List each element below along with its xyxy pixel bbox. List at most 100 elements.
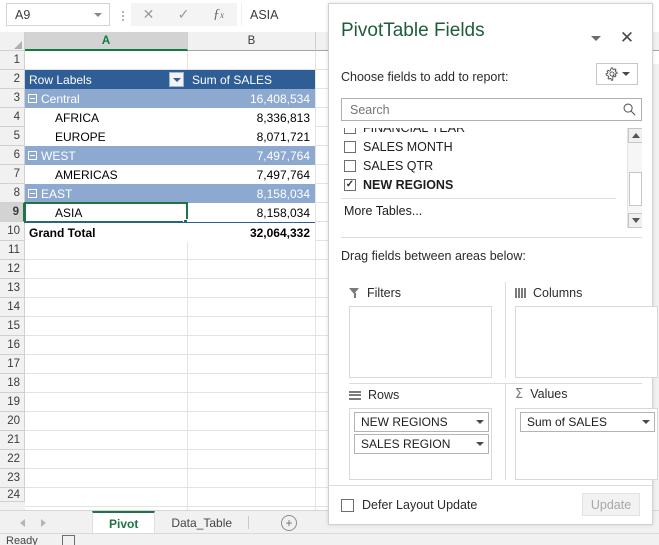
checkbox[interactable] xyxy=(341,498,354,512)
row-header-20[interactable]: 20 xyxy=(0,412,25,431)
search-icon[interactable] xyxy=(622,102,637,117)
field-pill-sales-region[interactable]: SALES REGION xyxy=(354,434,489,454)
pivot-row-label[interactable]: EAST xyxy=(25,184,188,203)
pivot-row-labels-header[interactable]: Row Labels xyxy=(25,70,188,89)
pivottable-fields-pane: PivotTable Fields ✕ Choose fields to add… xyxy=(328,3,658,525)
pivot-row-label[interactable]: Central xyxy=(25,89,188,108)
field-pill-sum-of-sales[interactable]: Sum of SALES xyxy=(520,412,655,432)
pane-tools-button[interactable] xyxy=(596,63,638,85)
area-divider xyxy=(505,384,506,480)
field-item-financial-year[interactable]: FINANCIAL YEAR xyxy=(341,128,616,137)
pivot-row-value: 8,158,034 xyxy=(188,184,315,203)
chevron-down-icon[interactable] xyxy=(588,30,604,46)
pivot-row-label[interactable]: EUROPE xyxy=(25,127,188,146)
row-header-4[interactable]: 4 xyxy=(0,108,25,127)
scrollbar-thumb[interactable] xyxy=(629,172,642,206)
close-icon[interactable]: ✕ xyxy=(616,26,638,48)
chevron-left-icon[interactable] xyxy=(20,518,25,527)
row-header-14[interactable]: 14 xyxy=(0,298,25,317)
chevron-down-icon[interactable] xyxy=(476,420,484,424)
check-icon[interactable]: ✓ xyxy=(166,3,201,26)
checkbox[interactable] xyxy=(344,128,356,134)
checkbox[interactable] xyxy=(344,140,356,153)
field-list-scrollbar[interactable] xyxy=(627,128,642,228)
row-header-13[interactable]: 13 xyxy=(0,279,25,298)
search-input[interactable] xyxy=(348,101,622,118)
row-header-16[interactable]: 16 xyxy=(0,336,25,355)
chevron-down-icon[interactable] xyxy=(642,420,650,424)
row-header-7[interactable]: 7 xyxy=(0,165,25,184)
field-search-box[interactable] xyxy=(341,98,642,121)
fx-icon[interactable]: ƒx xyxy=(201,3,236,26)
formula-value: ASIA xyxy=(250,7,279,22)
chevron-down-icon[interactable] xyxy=(476,442,484,446)
row-header-24[interactable]: 24 xyxy=(0,488,25,502)
row-labels-filter-button[interactable] xyxy=(169,72,184,87)
pivot-row-label[interactable]: AFRICA xyxy=(25,108,188,127)
chevron-right-icon[interactable] xyxy=(41,518,46,527)
field-item-new-regions[interactable]: ✓ NEW REGIONS xyxy=(341,175,616,194)
area-drop-rows[interactable]: NEW REGIONS SALES REGION xyxy=(349,408,492,480)
collapse-button[interactable] xyxy=(28,189,37,198)
area-drop-columns[interactable] xyxy=(515,306,658,378)
row-header-1[interactable]: 1 xyxy=(0,51,25,70)
row-header-2[interactable]: 2 xyxy=(0,70,25,89)
row-header-15[interactable]: 15 xyxy=(0,317,25,336)
collapse-button[interactable] xyxy=(28,94,37,103)
sheet-tab-pivot[interactable]: Pivot xyxy=(92,511,156,534)
pivot-row-value: 8,336,813 xyxy=(188,108,315,127)
pivot-row-value: 7,497,764 xyxy=(188,146,315,165)
update-button[interactable]: Update xyxy=(582,493,640,516)
field-item-sales-qtr[interactable]: SALES QTR xyxy=(341,156,616,175)
sheet-tab-data-table[interactable]: Data_Table xyxy=(155,511,249,534)
row-header-12[interactable]: 12 xyxy=(0,260,25,279)
column-header-b[interactable]: B xyxy=(188,32,316,51)
status-bar: Ready xyxy=(0,533,659,545)
pivot-row-label[interactable]: ASIA xyxy=(25,203,188,222)
field-pill-new-regions[interactable]: NEW REGIONS xyxy=(354,412,489,432)
pane-footer-divider xyxy=(329,485,654,486)
row-header-21[interactable]: 21 xyxy=(0,431,25,450)
row-header-8[interactable]: 8 xyxy=(0,184,25,203)
row-header-6[interactable]: 6 xyxy=(0,146,25,165)
more-tables-link[interactable]: More Tables... xyxy=(344,202,619,220)
pane-title: PivotTable Fields xyxy=(341,20,485,41)
scroll-down-arrow[interactable] xyxy=(628,213,642,228)
row-header-3[interactable]: 3 xyxy=(0,89,25,108)
collapse-button[interactable] xyxy=(28,151,37,160)
defer-layout-update-row[interactable]: Defer Layout Update xyxy=(341,498,477,512)
checkbox[interactable] xyxy=(344,159,356,172)
normal-view-icon[interactable] xyxy=(62,535,75,545)
column-header-a[interactable]: A xyxy=(25,32,188,51)
pivot-row-label[interactable]: AMERICAS xyxy=(25,165,188,184)
row-header-11[interactable]: 11 xyxy=(0,241,25,260)
defer-label: Defer Layout Update xyxy=(362,498,478,512)
row-header-18[interactable]: 18 xyxy=(0,374,25,393)
pane-divider xyxy=(341,237,642,238)
checkbox-checked[interactable]: ✓ xyxy=(344,178,356,191)
area-divider xyxy=(505,282,506,378)
area-drop-filters[interactable] xyxy=(349,306,492,378)
chevron-down-icon xyxy=(621,72,630,76)
row-header-17[interactable]: 17 xyxy=(0,355,25,374)
view-buttons xyxy=(62,535,75,545)
name-box[interactable]: A9 xyxy=(6,3,110,26)
field-item-sales-month[interactable]: SALES MONTH xyxy=(341,137,616,156)
pivot-row-label[interactable]: WEST xyxy=(25,146,188,165)
pill-label: Sum of SALES xyxy=(527,415,608,429)
row-header-5[interactable]: 5 xyxy=(0,127,25,146)
select-all-corner[interactable] xyxy=(0,32,25,51)
row-header-9[interactable]: 9 xyxy=(0,203,25,222)
scroll-up-arrow[interactable] xyxy=(628,128,642,143)
close-icon[interactable]: ✕ xyxy=(131,3,166,26)
add-sheet-button[interactable]: + xyxy=(281,515,297,531)
rows-icon xyxy=(349,390,361,400)
row-header-10[interactable]: 10 xyxy=(0,222,25,241)
area-drop-values[interactable]: Sum of SALES xyxy=(515,408,658,480)
row-header-22[interactable]: 22 xyxy=(0,450,25,469)
field-list[interactable]: FINANCIAL YEAR SALES MONTH SALES QTR ✓ N… xyxy=(341,128,642,228)
chevron-down-icon[interactable] xyxy=(94,12,102,17)
row-header-23[interactable]: 23 xyxy=(0,469,25,488)
row-header-19[interactable]: 19 xyxy=(0,393,25,412)
pivot-grand-total-value: 32,064,332 xyxy=(188,223,315,242)
